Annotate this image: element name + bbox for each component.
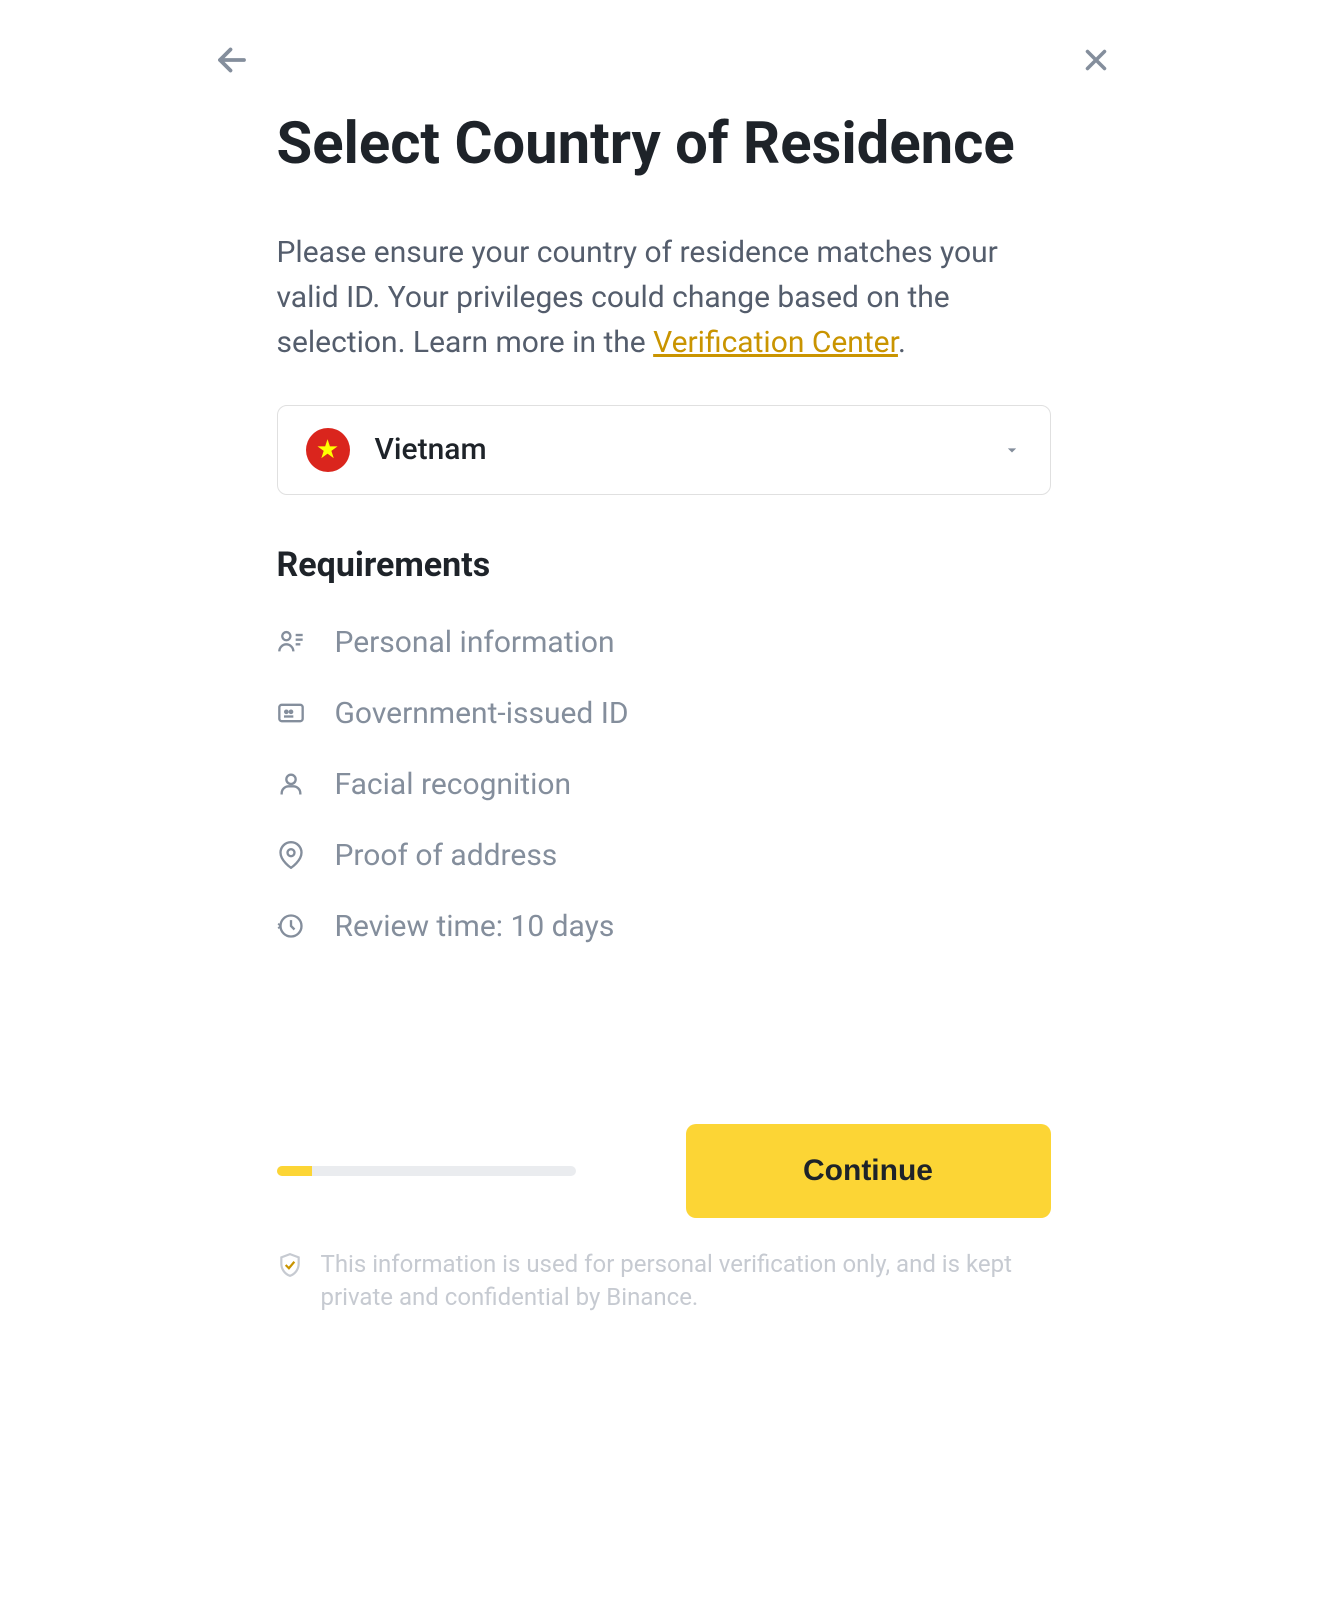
header-icons bbox=[212, 40, 1116, 110]
shield-check-icon bbox=[277, 1252, 303, 1278]
clock-icon bbox=[277, 912, 305, 940]
location-icon bbox=[277, 841, 305, 869]
requirement-label: Personal information bbox=[335, 625, 615, 660]
modal-content: Select Country of Residence Please ensur… bbox=[212, 110, 1116, 1315]
requirement-label: Review time: 10 days bbox=[335, 909, 615, 944]
flag-vietnam-icon: ★ bbox=[306, 428, 350, 472]
footer: Continue bbox=[277, 1124, 1051, 1218]
progress-fill bbox=[277, 1166, 313, 1176]
list-item: Proof of address bbox=[277, 838, 1051, 873]
disclaimer-text: This information is used for personal ve… bbox=[321, 1248, 1051, 1315]
country-select-value: ★ Vietnam bbox=[306, 428, 487, 472]
requirements-list: Personal information Government-issued I… bbox=[277, 625, 1051, 944]
modal-container: Select Country of Residence Please ensur… bbox=[164, 0, 1164, 1375]
description-text: Please ensure your country of residence … bbox=[277, 230, 1051, 365]
id-card-icon bbox=[277, 699, 305, 727]
list-item: Government-issued ID bbox=[277, 696, 1051, 731]
personal-info-icon bbox=[277, 628, 305, 656]
list-item: Personal information bbox=[277, 625, 1051, 660]
continue-button[interactable]: Continue bbox=[686, 1124, 1051, 1218]
requirement-label: Government-issued ID bbox=[335, 696, 629, 731]
verification-center-link[interactable]: Verification Center bbox=[653, 325, 898, 360]
face-icon bbox=[277, 770, 305, 798]
requirement-label: Proof of address bbox=[335, 838, 558, 873]
arrow-left-icon bbox=[214, 42, 250, 78]
page-title: Select Country of Residence bbox=[277, 110, 1051, 180]
close-button[interactable] bbox=[1076, 40, 1116, 80]
requirement-label: Facial recognition bbox=[335, 767, 572, 802]
country-name: Vietnam bbox=[375, 432, 487, 467]
close-icon bbox=[1079, 43, 1113, 77]
list-item: Facial recognition bbox=[277, 767, 1051, 802]
caret-down-icon bbox=[1002, 440, 1022, 460]
requirements-title: Requirements bbox=[277, 545, 1051, 585]
list-item: Review time: 10 days bbox=[277, 909, 1051, 944]
description-after: . bbox=[898, 325, 906, 360]
flag-star-icon: ★ bbox=[316, 437, 339, 463]
back-button[interactable] bbox=[212, 40, 252, 80]
country-select[interactable]: ★ Vietnam bbox=[277, 405, 1051, 495]
disclaimer: This information is used for personal ve… bbox=[277, 1248, 1051, 1315]
progress-bar bbox=[277, 1166, 576, 1176]
